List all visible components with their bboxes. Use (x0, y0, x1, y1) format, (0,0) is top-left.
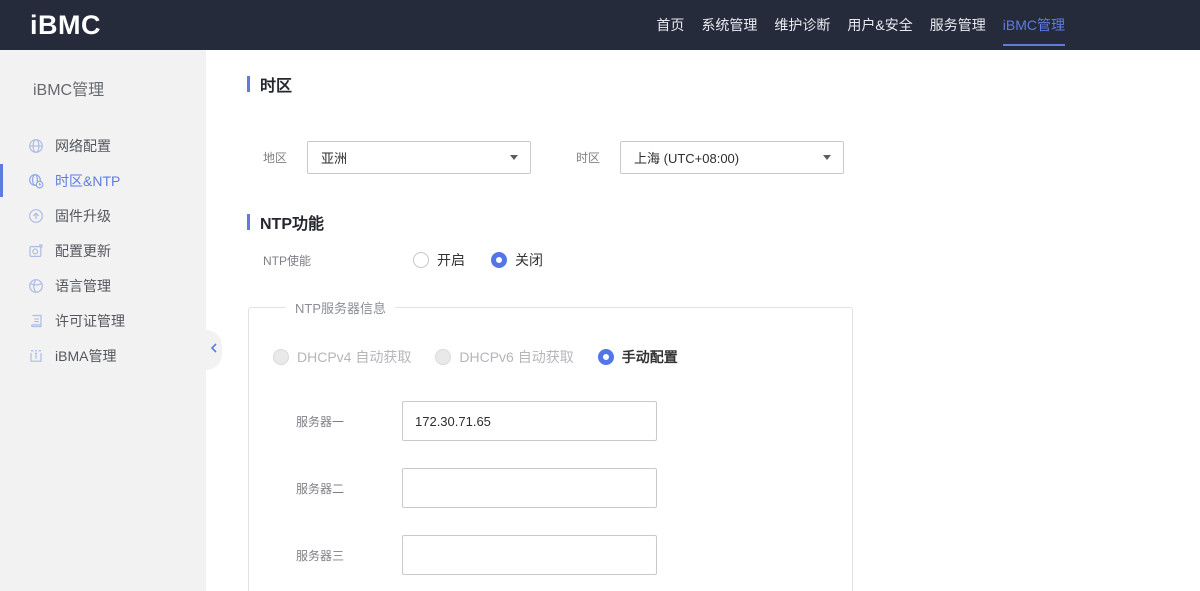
chevron-down-icon (510, 155, 518, 160)
radio-unchecked-icon (413, 252, 429, 268)
top-navigation: 首页 系统管理 维护诊断 用户&安全 服务管理 iBMC管理 (639, 0, 1066, 50)
sidebar-item-label: 固件升级 (55, 207, 111, 224)
sidebar-item-label: 时区&NTP (55, 172, 121, 189)
ibma-icon (28, 348, 44, 364)
sidebar-item-config-update[interactable]: 配置更新 (0, 233, 206, 268)
section-accent-bar (247, 76, 250, 92)
timezone-select[interactable]: 上海 (UTC+08:00) (620, 141, 844, 174)
sidebar-item-license-management[interactable]: 许可证管理 (0, 303, 206, 338)
language-icon (28, 278, 44, 294)
timezone-select-value: 上海 (UTC+08:00) (634, 151, 740, 166)
ntp-server-info-legend: NTP服务器信息 (295, 301, 387, 316)
radio-label: DHCPv6 自动获取 (459, 349, 574, 365)
nav-item-maintenance-diagnostics[interactable]: 维护诊断 (774, 0, 830, 50)
ntp-enable-on-radio[interactable]: 开启 (413, 250, 465, 270)
sidebar-menu: 网络配置 时区&NTP 固件升级 配置更新 语言管理 许可证管理 iBMA管理 (0, 128, 206, 373)
nav-item-home[interactable]: 首页 (656, 0, 684, 50)
network-icon (28, 138, 44, 154)
sidebar-item-firmware-upgrade[interactable]: 固件升级 (0, 198, 206, 233)
radio-disabled-icon (435, 349, 452, 365)
server-two-input[interactable] (402, 468, 657, 508)
section-accent-bar (247, 214, 250, 230)
radio-checked-icon (597, 349, 614, 365)
nav-item-user-security[interactable]: 用户&安全 (847, 0, 912, 50)
dhcpv4-auto-radio[interactable]: DHCPv4 自动获取 (273, 347, 411, 367)
server-one-label: 服务器一 (296, 414, 345, 429)
sidebar-item-timezone-ntp[interactable]: 时区&NTP (0, 163, 206, 198)
server-two-label: 服务器二 (296, 481, 345, 496)
main-content: 时区 地区 亚洲 时区 上海 (UTC+08:00) NTP功能 NTP使能 开… (206, 50, 1200, 591)
firmware-upgrade-icon (28, 208, 44, 224)
nav-item-system-management[interactable]: 系统管理 (701, 0, 757, 50)
timezone-section-header: 时区 (247, 72, 1200, 96)
timezone-form-row: 地区 亚洲 时区 上海 (UTC+08:00) (247, 141, 1200, 174)
sidebar: iBMC管理 网络配置 时区&NTP 固件升级 配置更新 语言管理 许可证管理 … (0, 50, 222, 591)
sidebar-item-ibma-management[interactable]: iBMA管理 (0, 338, 206, 373)
collapse-chevron-icon (209, 341, 219, 359)
ntp-section-header: NTP功能 (247, 210, 1200, 234)
manual-config-radio[interactable]: 手动配置 (597, 347, 678, 367)
ntp-enable-off-radio[interactable]: 关闭 (491, 250, 543, 270)
dhcpv6-auto-radio[interactable]: DHCPv6 自动获取 (435, 347, 574, 367)
radio-label: 手动配置 (621, 349, 678, 365)
radio-label: DHCPv4 自动获取 (297, 349, 412, 365)
radio-disabled-icon (273, 349, 289, 365)
server-three-row: 服务器三 (273, 535, 852, 575)
sidebar-item-label: 语言管理 (55, 277, 111, 294)
ntp-enable-row: NTP使能 开启 关闭 (247, 250, 1200, 270)
top-bar: iBMC 首页 系统管理 维护诊断 用户&安全 服务管理 iBMC管理 (0, 0, 1200, 50)
sidebar-item-network-config[interactable]: 网络配置 (0, 128, 206, 163)
ntp-section-title: NTP功能 (260, 216, 325, 233)
timezone-label: 时区 (576, 151, 601, 165)
config-update-icon (28, 243, 44, 259)
radio-label: 开启 (437, 252, 465, 268)
region-select[interactable]: 亚洲 (307, 141, 531, 174)
server-one-row: 服务器一 (273, 401, 852, 441)
sidebar-item-language-management[interactable]: 语言管理 (0, 268, 206, 303)
timezone-section-title: 时区 (260, 78, 293, 95)
radio-label: 关闭 (515, 252, 543, 268)
nav-item-service-management[interactable]: 服务管理 (930, 0, 986, 50)
license-icon (28, 313, 44, 329)
timezone-ntp-icon (28, 173, 44, 189)
sidebar-item-label: iBMA管理 (55, 347, 117, 364)
radio-checked-icon (491, 252, 507, 268)
server-three-label: 服务器三 (296, 548, 345, 563)
sidebar-item-label: 许可证管理 (55, 312, 125, 329)
ntp-enable-label: NTP使能 (263, 253, 312, 268)
ntp-server-info-group: NTP服务器信息 DHCPv4 自动获取 DHCPv6 自动获取 手动配置 服务… (248, 298, 853, 591)
region-label: 地区 (263, 151, 288, 165)
page-layout: iBMC管理 网络配置 时区&NTP 固件升级 配置更新 语言管理 许可证管理 … (0, 50, 1200, 591)
server-two-row: 服务器二 (273, 468, 852, 508)
sidebar-item-label: 配置更新 (55, 242, 111, 259)
ntp-server-mode-row: DHCPv4 自动获取 DHCPv6 自动获取 手动配置 (273, 347, 852, 367)
chevron-down-icon (823, 155, 831, 160)
ibmc-logo: iBMC (30, 9, 101, 40)
server-one-input[interactable] (402, 401, 657, 441)
nav-item-ibmc-management[interactable]: iBMC管理 (1002, 0, 1066, 50)
server-three-input[interactable] (402, 535, 657, 575)
region-select-value: 亚洲 (321, 151, 348, 166)
sidebar-title: iBMC管理 (33, 82, 105, 99)
sidebar-item-label: 网络配置 (55, 137, 111, 154)
